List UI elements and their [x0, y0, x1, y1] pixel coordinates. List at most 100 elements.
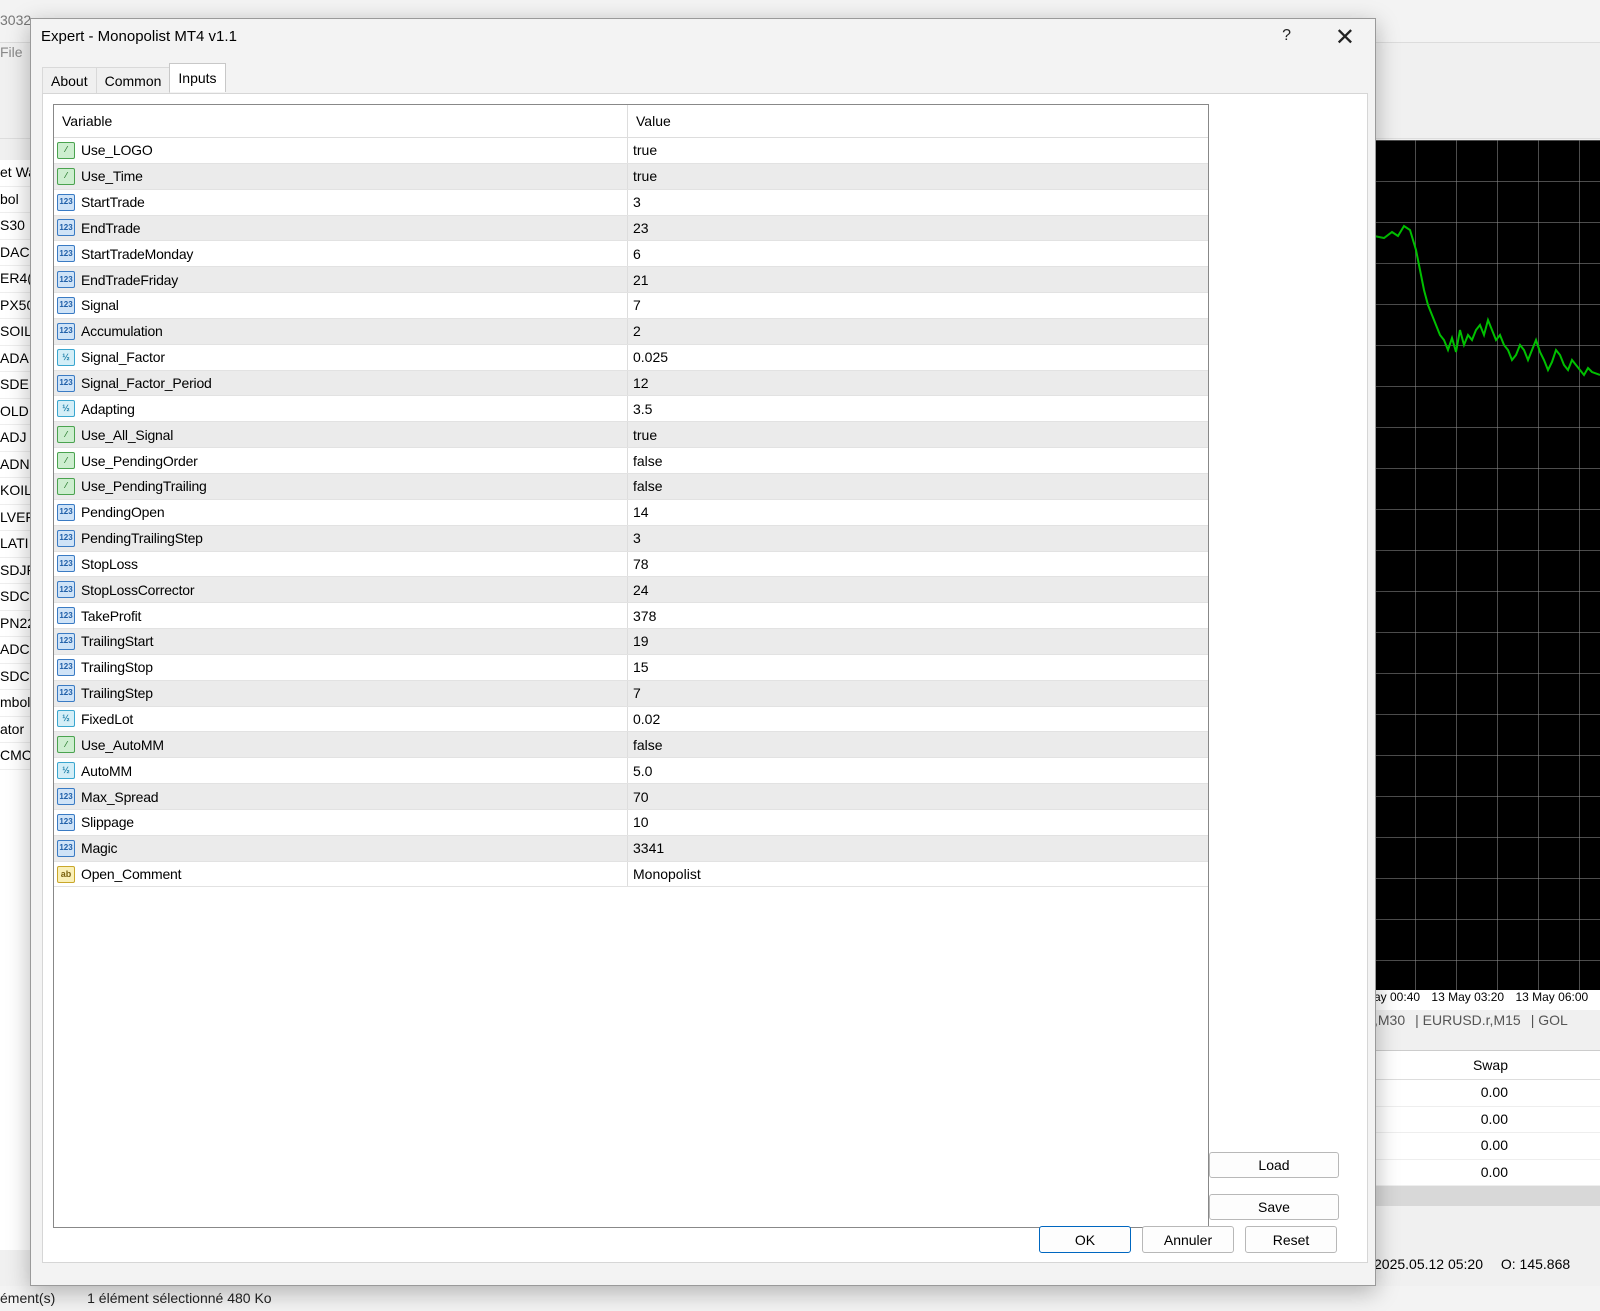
param-row[interactable]: 123 TakeProfit 378	[54, 603, 1208, 630]
param-row[interactable]: ab Open_Comment Monopolist	[54, 861, 1208, 888]
param-row[interactable]: ⁄ Use_PendingOrder false	[54, 448, 1208, 474]
param-row[interactable]: 123 Max_Spread 70	[54, 784, 1208, 810]
param-row[interactable]: 123 TrailingStart 19	[54, 629, 1208, 655]
param-row[interactable]: 123 PendingTrailingStep 3	[54, 525, 1208, 552]
param-row[interactable]: 123 TrailingStop 15	[54, 654, 1208, 681]
param-value[interactable]: Monopolist	[628, 862, 1208, 887]
param-value[interactable]: false	[628, 732, 1208, 757]
param-variable-cell: 123 Max_Spread	[54, 784, 628, 809]
tab-inputs[interactable]: Inputs	[169, 63, 226, 92]
param-row[interactable]: ⁄ Use_PendingTrailing false	[54, 473, 1208, 500]
symbol-item[interactable]: OLD	[0, 399, 30, 425]
param-value[interactable]: 12	[628, 371, 1208, 396]
symbol-item[interactable]: SDC	[0, 664, 30, 690]
symbol-item[interactable]: ADC	[0, 637, 30, 664]
symbol-item[interactable]: ADN	[0, 452, 30, 478]
param-value[interactable]: true	[628, 164, 1208, 189]
param-value[interactable]: true	[628, 138, 1208, 163]
param-value[interactable]: 3.5	[628, 396, 1208, 421]
param-row[interactable]: 123 StartTradeMonday 6	[54, 241, 1208, 268]
symbol-item[interactable]: SDC	[0, 584, 30, 611]
param-value[interactable]: 78	[628, 552, 1208, 577]
param-value[interactable]: 0.025	[628, 345, 1208, 370]
param-row[interactable]: 123 EndTrade 23	[54, 215, 1208, 242]
symbol-item[interactable]: bol	[0, 187, 30, 213]
symbol-item[interactable]: SOIL	[0, 319, 30, 346]
symbol-item[interactable]: mbol	[0, 690, 30, 717]
param-row[interactable]: ⁄ Use_AutoMM false	[54, 732, 1208, 759]
param-row[interactable]: ⁄ Use_All_Signal true	[54, 422, 1208, 449]
ok-button[interactable]: OK	[1039, 1226, 1131, 1253]
symbol-item[interactable]: ER4(	[0, 266, 30, 293]
param-row[interactable]: 123 TrailingStep 7	[54, 680, 1208, 707]
help-button[interactable]: ?	[1282, 27, 1291, 45]
symbol-item[interactable]: ator	[0, 717, 30, 743]
param-row[interactable]: ⁄ Use_LOGO true	[54, 138, 1208, 164]
param-value[interactable]: 6	[628, 241, 1208, 266]
param-value[interactable]: 24	[628, 577, 1208, 602]
param-value[interactable]: 15	[628, 655, 1208, 680]
menu-file[interactable]: File	[0, 44, 23, 60]
param-row[interactable]: ⁄ Use_Time true	[54, 163, 1208, 190]
cancel-button[interactable]: Annuler	[1142, 1226, 1234, 1253]
param-value[interactable]: false	[628, 448, 1208, 473]
chart-tab[interactable]: GOL	[1538, 1012, 1568, 1028]
param-row[interactable]: 123 PendingOpen 14	[54, 499, 1208, 526]
symbol-item[interactable]: LATI	[0, 531, 30, 558]
symbol-item[interactable]: PX50	[0, 293, 30, 319]
param-value[interactable]: 3	[628, 190, 1208, 215]
param-value[interactable]: 5.0	[628, 758, 1208, 783]
chart-tab[interactable]: EURUSD.r,M15	[1423, 1012, 1521, 1028]
param-row[interactable]: 123 Signal_Factor_Period 12	[54, 370, 1208, 397]
load-button[interactable]: Load	[1209, 1152, 1339, 1178]
param-value[interactable]: true	[628, 422, 1208, 447]
param-row[interactable]: ½ Adapting 3.5	[54, 396, 1208, 423]
tab-common[interactable]: Common	[95, 67, 171, 94]
param-row[interactable]: 123 StopLossCorrector 24	[54, 577, 1208, 604]
symbol-item[interactable]: SDE	[0, 372, 30, 399]
param-value[interactable]: 7	[628, 293, 1208, 318]
price-chart[interactable]	[1374, 140, 1600, 992]
symbol-item[interactable]: DAC	[0, 240, 30, 266]
param-row[interactable]: 123 EndTradeFriday 21	[54, 267, 1208, 294]
param-row[interactable]: ½ FixedLot 0.02	[54, 706, 1208, 733]
param-row[interactable]: 123 Accumulation 2	[54, 318, 1208, 345]
variable-column-header[interactable]: Variable	[54, 105, 628, 137]
param-value[interactable]: 21	[628, 267, 1208, 292]
param-value[interactable]: 3	[628, 526, 1208, 551]
param-value[interactable]: 70	[628, 784, 1208, 809]
param-value[interactable]: 2	[628, 319, 1208, 344]
param-row[interactable]: 123 Signal 7	[54, 293, 1208, 319]
param-row[interactable]: 123 Magic 3341	[54, 835, 1208, 862]
tab-about[interactable]: About	[42, 67, 97, 94]
chart-tab[interactable]: ,M30	[1374, 1012, 1405, 1028]
param-value[interactable]: 3341	[628, 836, 1208, 861]
param-value[interactable]: 0.02	[628, 707, 1208, 732]
symbol-item[interactable]: SDJF	[0, 558, 30, 584]
symbol-item[interactable]: LVEF	[0, 505, 30, 531]
param-value[interactable]: 14	[628, 500, 1208, 525]
symbol-item[interactable]: ADJ	[0, 425, 30, 452]
symbol-item[interactable]: CMC	[0, 743, 30, 770]
symbol-item[interactable]: S30	[0, 213, 30, 240]
close-button[interactable]: ✕	[1335, 23, 1355, 52]
param-value[interactable]: 19	[628, 629, 1208, 654]
symbol-item[interactable]: KOIL	[0, 478, 30, 505]
symbol-item[interactable]: PN22	[0, 611, 30, 637]
param-value[interactable]: 23	[628, 216, 1208, 241]
param-value[interactable]: 7	[628, 681, 1208, 706]
param-row[interactable]: 123 StopLoss 78	[54, 551, 1208, 578]
param-row[interactable]: ½ Signal_Factor 0.025	[54, 344, 1208, 371]
param-row[interactable]: 123 StartTrade 3	[54, 189, 1208, 216]
save-button[interactable]: Save	[1209, 1194, 1339, 1220]
value-column-header[interactable]: Value	[628, 105, 1208, 137]
param-value[interactable]: false	[628, 474, 1208, 499]
symbol-item[interactable]: et Wa	[0, 160, 30, 187]
param-variable-cell: 123 Accumulation	[54, 318, 628, 344]
param-value[interactable]: 378	[628, 603, 1208, 628]
param-row[interactable]: 123 Slippage 10	[54, 809, 1208, 836]
reset-button[interactable]: Reset	[1245, 1226, 1337, 1253]
param-value[interactable]: 10	[628, 810, 1208, 835]
param-row[interactable]: ½ AutoMM 5.0	[54, 758, 1208, 785]
symbol-item[interactable]: ADA	[0, 346, 30, 372]
